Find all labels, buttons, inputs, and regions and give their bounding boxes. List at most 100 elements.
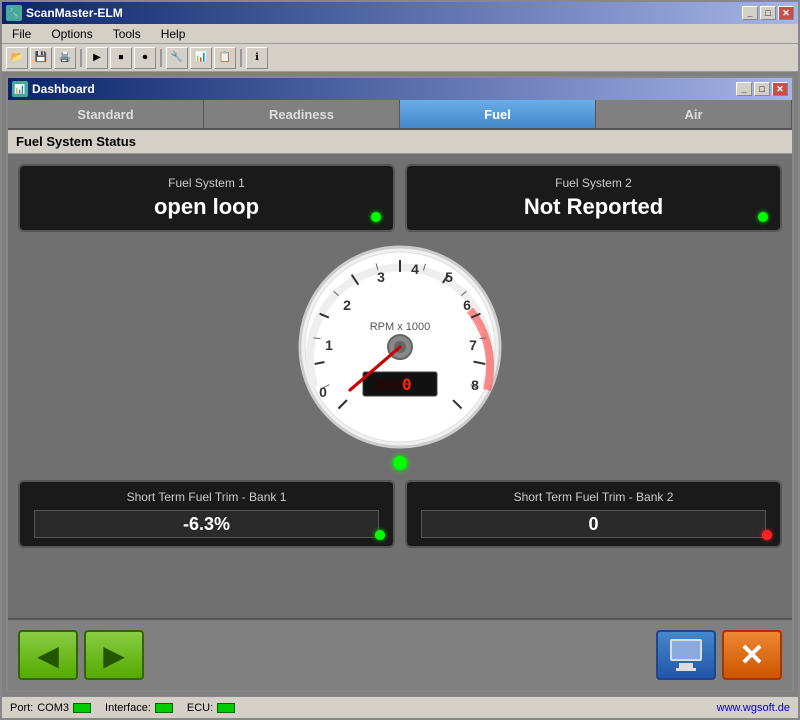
section-heading: Fuel System Status: [8, 130, 792, 154]
tab-standard-label: Standard: [77, 107, 133, 122]
interface-indicator: [155, 703, 173, 713]
menu-file[interactable]: File: [6, 26, 37, 42]
fuel-trim-2-box: Short Term Fuel Trim - Bank 2 0: [405, 480, 782, 548]
outer-close-button[interactable]: ✕: [778, 6, 794, 20]
menu-bar: File Options Tools Help: [2, 24, 798, 44]
svg-text:1: 1: [325, 337, 333, 353]
dashboard-minimize-button[interactable]: _: [736, 82, 752, 96]
dashboard-window-title: Dashboard: [32, 82, 95, 96]
close-icon: ✕: [739, 638, 764, 673]
outer-window-controls: _ □ ✕: [742, 6, 794, 20]
status-bar: Port: COM3 Interface: ECU: www.wgsoft.de: [2, 696, 798, 718]
svg-text:RPM x 1000: RPM x 1000: [370, 321, 431, 333]
outer-title-text: 🔧 ScanMaster-ELM: [6, 5, 123, 21]
monitor-button[interactable]: [656, 630, 716, 680]
fuel-trim-1-indicator: [375, 530, 385, 540]
svg-text:0: 0: [319, 384, 327, 400]
port-value: COM3: [37, 702, 69, 714]
fuel-trim-2-indicator: [762, 530, 772, 540]
monitor-icon: [666, 638, 706, 673]
svg-text:000: 000: [375, 375, 404, 394]
fuel-trim-1-label: Short Term Fuel Trim - Bank 1: [127, 490, 287, 504]
toolbar-sep-1: [80, 49, 82, 67]
svg-text:2: 2: [343, 297, 351, 313]
tab-bar: Standard Readiness Fuel Air: [8, 100, 792, 130]
main-content: Fuel System 1 open loop Fuel System 2 No…: [8, 154, 792, 618]
forward-button[interactable]: ▶: [84, 630, 144, 680]
close-button[interactable]: ✕: [722, 630, 782, 680]
fuel-system-1-box: Fuel System 1 open loop: [18, 164, 395, 232]
section-heading-text: Fuel System Status: [16, 134, 136, 149]
menu-tools[interactable]: Tools: [107, 26, 147, 42]
toolbar-btn-8[interactable]: 📊: [190, 47, 212, 69]
toolbar-btn-4[interactable]: ▶: [86, 47, 108, 69]
svg-text:3: 3: [377, 269, 385, 285]
port-indicator: [73, 703, 91, 713]
tab-air-label: Air: [684, 107, 702, 122]
outer-maximize-button[interactable]: □: [760, 6, 776, 20]
dashboard-window: 📊 Dashboard _ □ ✕ Standard Readiness: [6, 76, 794, 692]
toolbar-btn-3[interactable]: 🖨️: [54, 47, 76, 69]
outer-window: 🔧 ScanMaster-ELM _ □ ✕ File Options Tool…: [0, 0, 800, 720]
fuel-trim-1-box: Short Term Fuel Trim - Bank 1 -6.3%: [18, 480, 395, 548]
fuel-trim-1-value: -6.3%: [183, 514, 230, 535]
mdi-area: 📊 Dashboard _ □ ✕ Standard Readiness: [2, 72, 798, 696]
fuel-system-2-label: Fuel System 2: [555, 176, 632, 190]
tab-readiness-label: Readiness: [269, 107, 334, 122]
monitor-screen: [670, 639, 702, 661]
tab-fuel[interactable]: Fuel: [400, 100, 596, 128]
toolbar-btn-2[interactable]: 💾: [30, 47, 52, 69]
toolbar-btn-6[interactable]: ⏺: [134, 47, 156, 69]
svg-text:4: 4: [411, 261, 419, 277]
fuel-system-2-box: Fuel System 2 Not Reported: [405, 164, 782, 232]
fuel-system-1-label: Fuel System 1: [168, 176, 245, 190]
dashboard-window-controls: _ □ ✕: [736, 82, 788, 96]
interface-status: Interface:: [105, 702, 173, 714]
menu-help[interactable]: Help: [155, 26, 192, 42]
toolbar-btn-7[interactable]: 🔧: [166, 47, 188, 69]
dashboard-title-text: 📊 Dashboard: [12, 81, 95, 97]
status-left: Port: COM3 Interface: ECU:: [10, 702, 235, 714]
toolbar-btn-5[interactable]: ⏹: [110, 47, 132, 69]
outer-window-title: ScanMaster-ELM: [26, 6, 123, 20]
tab-air[interactable]: Air: [596, 100, 792, 128]
app-icon: 🔧: [6, 5, 22, 21]
svg-text:0: 0: [402, 375, 412, 394]
tab-standard[interactable]: Standard: [8, 100, 204, 128]
dashboard-icon: 📊: [12, 81, 28, 97]
dashboard-close-button[interactable]: ✕: [772, 82, 788, 96]
interface-label: Interface:: [105, 702, 151, 714]
dashboard-maximize-button[interactable]: □: [754, 82, 770, 96]
website-link[interactable]: www.wgsoft.de: [717, 702, 790, 714]
nav-buttons: ◀ ▶: [18, 630, 144, 680]
fuel-trim-2-label: Short Term Fuel Trim - Bank 2: [514, 490, 674, 504]
fuel-system-2-indicator: [758, 212, 768, 222]
ecu-status: ECU:: [187, 702, 235, 714]
svg-text:5: 5: [445, 269, 453, 285]
toolbar-sep-2: [160, 49, 162, 67]
svg-text:8: 8: [471, 377, 479, 393]
tachometer-indicator: [393, 456, 407, 470]
fuel-trim-2-value: 0: [588, 514, 598, 535]
svg-text:6: 6: [463, 297, 471, 313]
back-button[interactable]: ◀: [18, 630, 78, 680]
svg-text:7: 7: [469, 337, 477, 353]
menu-options[interactable]: Options: [45, 26, 98, 42]
fuel-trim-2-bar: 0: [421, 510, 766, 538]
outer-title-bar: 🔧 ScanMaster-ELM _ □ ✕: [2, 2, 798, 24]
tab-readiness[interactable]: Readiness: [204, 100, 400, 128]
outer-minimize-button[interactable]: _: [742, 6, 758, 20]
ecu-label: ECU:: [187, 702, 213, 714]
toolbar-btn-9[interactable]: 📋: [214, 47, 236, 69]
toolbar-btn-1[interactable]: 📂: [6, 47, 28, 69]
bottom-bar: ◀ ▶ ✕: [8, 618, 792, 690]
monitor-base: [676, 668, 696, 671]
port-status: Port: COM3: [10, 702, 91, 714]
toolbar-sep-3: [240, 49, 242, 67]
toolbar-btn-10[interactable]: ℹ: [246, 47, 268, 69]
port-label: Port:: [10, 702, 33, 714]
tab-fuel-label: Fuel: [484, 107, 511, 122]
fuel-trim-row: Short Term Fuel Trim - Bank 1 -6.3% Shor…: [18, 480, 782, 548]
tachometer-container: 0 1 2 3 4 5 6 7 8 RPM x 1000: [295, 242, 505, 470]
dashboard-title-bar: 📊 Dashboard _ □ ✕: [8, 78, 792, 100]
